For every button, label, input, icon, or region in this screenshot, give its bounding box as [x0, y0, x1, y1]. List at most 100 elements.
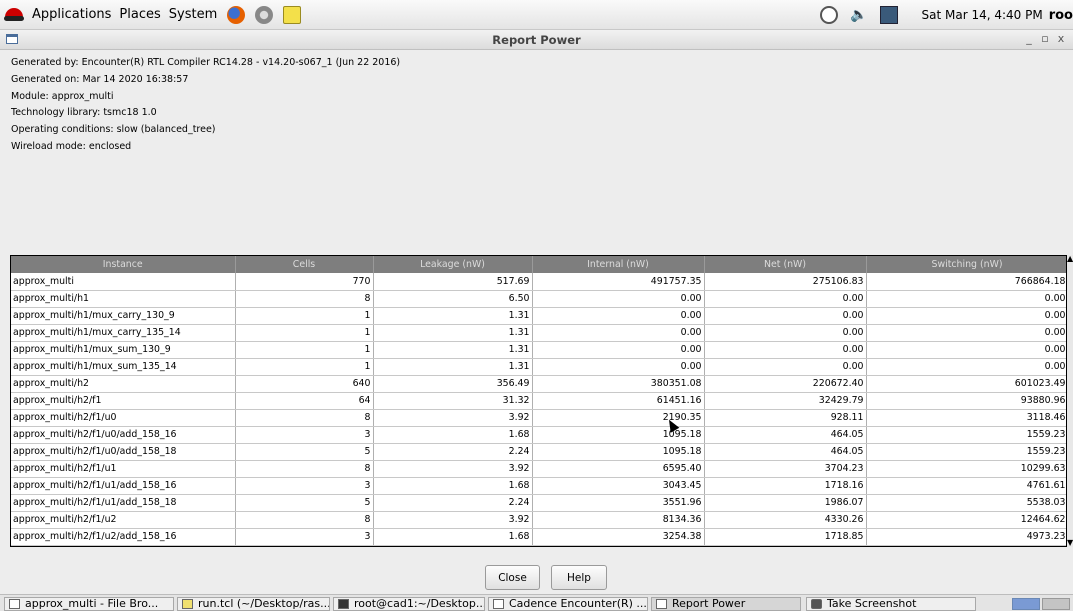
text-editor-icon: [182, 599, 193, 609]
table-row[interactable]: approx_multi/h1/mux_sum_130_9 1 1.31 0.00 0.…: [11, 341, 1066, 359]
scroll-down-icon[interactable]: ▼: [1067, 539, 1073, 547]
window-icon: [493, 599, 504, 609]
minimize-button[interactable]: _: [1021, 32, 1037, 45]
table-row[interactable]: approx_multi/h2/f1/u2 8 3.92 8134.36 4330.26…: [11, 511, 1066, 529]
cell-leakage: 1.68: [373, 528, 533, 546]
table-row[interactable]: approx_multi/h2/f1/u1/add_158_16 3 1.68 304…: [11, 477, 1066, 495]
close-button[interactable]: Close: [485, 565, 540, 590]
table-row[interactable]: approx_multi/h2/f1 64 31.32 61451.16 32429.7…: [11, 392, 1066, 410]
scroll-up-icon[interactable]: ▲: [1067, 255, 1073, 263]
table-row[interactable]: approx_multi 770 517.69 491757.35 275106.83 7…: [11, 273, 1066, 291]
table-row[interactable]: approx_multi/h2 640 356.49 380351.08 220672.…: [11, 375, 1066, 393]
update-icon[interactable]: [820, 6, 839, 24]
cell-net: 2611.41: [704, 545, 867, 546]
redhat-logo-icon[interactable]: [4, 7, 24, 23]
table-row[interactable]: approx_multi/h2/f1/u0/add_158_16 3 1.68 109…: [11, 426, 1066, 444]
menu-system[interactable]: System: [169, 7, 217, 22]
cell-internal: 1095.18: [532, 443, 705, 461]
table-row[interactable]: approx_multi/h2/f1/u1 8 3.92 6595.40 3704.23…: [11, 460, 1066, 478]
taskbar: approx_multi - File Bro... run.tcl (~/De…: [0, 594, 1073, 611]
clock[interactable]: Sat Mar 14, 4:40 PM: [922, 8, 1043, 22]
cell-switching: 7491.39: [866, 545, 1066, 546]
cell-leakage: 6.50: [373, 290, 533, 308]
notes-icon[interactable]: [283, 5, 302, 24]
close-window-button[interactable]: x: [1053, 32, 1069, 45]
cell-instance: approx_multi/h2/f1/u1/add_158_18: [11, 494, 236, 512]
generated-by: Generated by: Encounter(R) RTL Compiler …: [11, 57, 401, 68]
window-titlebar[interactable]: Report Power _ ▫ x: [0, 30, 1073, 50]
table-row[interactable]: approx_multi/h1/mux_sum_135_14 1 1.31 0.00 0…: [11, 358, 1066, 376]
user-menu[interactable]: roo: [1049, 8, 1073, 23]
col-instance[interactable]: Instance: [11, 256, 236, 273]
cell-internal: 8134.36: [532, 511, 705, 529]
power-table[interactable]: Instance Cells Leakage (nW) Internal (nW…: [10, 255, 1067, 547]
cell-instance: approx_multi/h2/f1/u0/add_158_16: [11, 426, 236, 444]
table-scrollbar[interactable]: ▲ ▼: [1067, 255, 1073, 547]
table-row[interactable]: approx_multi/h1/mux_carry_130_9 1 1.31 0.00…: [11, 307, 1066, 325]
table-row[interactable]: approx_multi/h1/mux_carry_135_14 1 1.31 0.0…: [11, 324, 1066, 342]
maximize-button[interactable]: ▫: [1037, 32, 1053, 45]
table-row[interactable]: approx_multi/h2/f1/u0 8 3.92 2190.35 928.11 3…: [11, 409, 1066, 427]
cell-switching: 0.00: [866, 358, 1066, 376]
cell-instance: approx_multi/h1: [11, 290, 236, 308]
top-panel: Applications Places System 🔈 Sat Mar 14,…: [0, 0, 1073, 30]
cell-cells: 1: [235, 358, 374, 376]
firefox-icon[interactable]: [227, 5, 246, 24]
cell-switching: 12464.62: [866, 511, 1066, 529]
workspace-1[interactable]: [1012, 598, 1040, 610]
help-button[interactable]: Help: [551, 565, 607, 590]
task-terminal[interactable]: root@cad1:~/Desktop...: [333, 597, 485, 611]
cell-switching: 4761.61: [866, 477, 1066, 495]
table-row[interactable]: approx_multi/h2/f1/u2/add_158_16 3 1.68 325…: [11, 528, 1066, 546]
cell-internal: 0.00: [532, 358, 705, 376]
settings-launcher-icon[interactable]: [255, 5, 274, 24]
cell-internal: 0.00: [532, 341, 705, 359]
workspace-2[interactable]: [1042, 598, 1070, 610]
menu-places[interactable]: Places: [119, 7, 160, 22]
report-info: Generated by: Encounter(R) RTL Compiler …: [11, 55, 400, 156]
task-report-power[interactable]: Report Power: [651, 597, 801, 611]
cell-internal: 0.00: [532, 307, 705, 325]
col-leakage[interactable]: Leakage (nW): [373, 256, 533, 273]
table-row[interactable]: approx_multi/h1 8 6.50 0.00 0.00 0.00: [11, 290, 1066, 308]
table-row[interactable]: approx_multi/h2/f1/u0/add_158_18 5 2.24 109…: [11, 443, 1066, 461]
table-row[interactable]: approx_multi/h2/f1/u1/add_158_18 5 2.24 355…: [11, 494, 1066, 512]
cell-instance: approx_multi/h2/f1: [11, 392, 236, 410]
cell-cells: 770: [235, 273, 374, 291]
network-icon[interactable]: [879, 6, 898, 24]
cell-cells: 3: [235, 528, 374, 546]
col-internal[interactable]: Internal (nW): [532, 256, 705, 273]
window-title: Report Power: [492, 33, 581, 47]
cell-leakage: 356.49: [373, 375, 533, 393]
cell-leakage: 1.31: [373, 324, 533, 342]
cell-internal: 3551.96: [532, 494, 705, 512]
cell-internal: 491757.35: [532, 273, 705, 291]
col-switching[interactable]: Switching (nW): [866, 256, 1066, 273]
task-take-screenshot[interactable]: Take Screenshot: [806, 597, 976, 611]
cell-net: 4330.26: [704, 511, 867, 529]
cell-net: 32429.79: [704, 392, 867, 410]
cell-instance: approx_multi/h2: [11, 375, 236, 393]
cell-net: 1718.16: [704, 477, 867, 495]
cell-net: 0.00: [704, 324, 867, 342]
col-cells[interactable]: Cells: [235, 256, 374, 273]
cell-leakage: 1.31: [373, 307, 533, 325]
cell-net: 0.00: [704, 358, 867, 376]
cell-net: 0.00: [704, 307, 867, 325]
cell-switching: 0.00: [866, 307, 1066, 325]
table-row[interactable]: approx_multi/h2/f1/u2/add_158_1852.24487…: [11, 545, 1066, 546]
system-tray: 🔈 Sat Mar 14, 4:40 PM roo: [820, 0, 1073, 30]
cell-internal: 4879.98: [532, 545, 705, 546]
volume-icon[interactable]: 🔈: [850, 6, 867, 24]
cell-cells: 64: [235, 392, 374, 410]
menu-applications[interactable]: Applications: [32, 7, 111, 22]
task-cadence[interactable]: Cadence Encounter(R) ...: [488, 597, 648, 611]
cell-instance: approx_multi: [11, 273, 236, 291]
col-net[interactable]: Net (nW): [704, 256, 867, 273]
cell-leakage: 1.68: [373, 477, 533, 495]
cell-cells: 8: [235, 511, 374, 529]
task-run-tcl[interactable]: run.tcl (~/Desktop/ras...: [177, 597, 330, 611]
cell-internal: 6595.40: [532, 460, 705, 478]
cell-internal: 2190.35: [532, 409, 705, 427]
task-file-browser[interactable]: approx_multi - File Bro...: [4, 597, 174, 611]
